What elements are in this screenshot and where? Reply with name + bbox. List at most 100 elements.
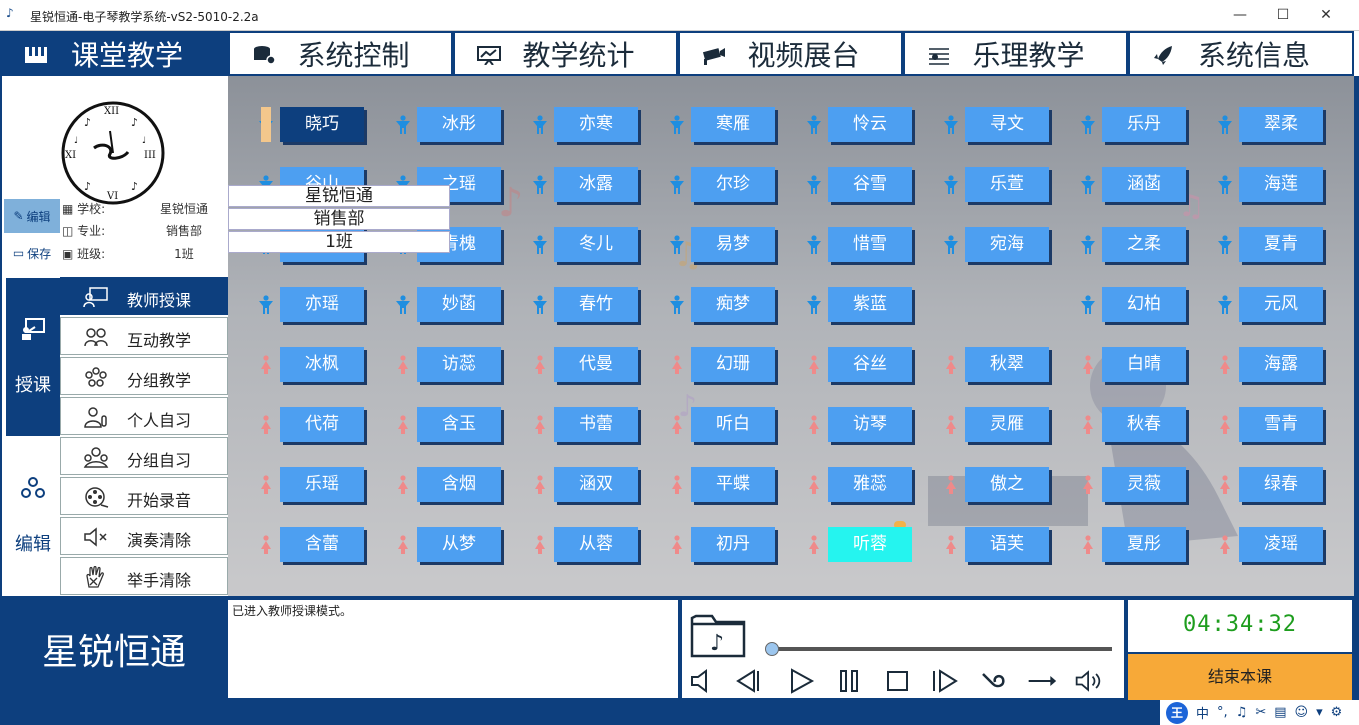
student-seat[interactable]: 秋翠: [943, 347, 1049, 382]
student-seat[interactable]: 初丹: [669, 527, 775, 562]
student-name[interactable]: 含烟: [417, 467, 501, 502]
student-name[interactable]: 之柔: [1102, 227, 1186, 262]
student-seat[interactable]: 乐瑶: [258, 467, 364, 502]
student-seat[interactable]: 含蕾: [258, 527, 364, 562]
student-seat[interactable]: 妙菡: [395, 287, 501, 322]
nav-tab-teaching-stats[interactable]: 教学统计: [453, 31, 678, 76]
student-seat[interactable]: 亦瑶: [258, 287, 364, 322]
music-folder-icon[interactable]: ♪: [690, 610, 746, 658]
maximize-button[interactable]: ☐: [1263, 4, 1303, 26]
function-interactive-teaching[interactable]: 互动教学: [60, 317, 228, 355]
student-seat[interactable]: 海露: [1217, 347, 1323, 382]
section-edit[interactable]: 编辑: [6, 438, 60, 594]
student-name[interactable]: 易梦: [691, 227, 775, 262]
student-seat[interactable]: 灵薇: [1080, 467, 1186, 502]
nav-tab-system-control[interactable]: 系统控制: [228, 31, 453, 76]
function-group-teaching[interactable]: 分组教学: [60, 357, 228, 395]
student-seat[interactable]: 冰彤: [395, 107, 501, 142]
next-track-icon[interactable]: [930, 668, 960, 694]
student-name[interactable]: 谷丝: [828, 347, 912, 382]
student-seat[interactable]: 夏彤: [1080, 527, 1186, 562]
stop-icon[interactable]: [883, 668, 913, 694]
sequential-icon[interactable]: [1027, 668, 1057, 694]
student-name[interactable]: 听白: [691, 407, 775, 442]
minimize-button[interactable]: —: [1220, 4, 1260, 26]
nav-tab-video-booth[interactable]: 视频展台: [678, 31, 903, 76]
student-name[interactable]: 亦寒: [554, 107, 638, 142]
student-seat[interactable]: 春竹: [532, 287, 638, 322]
student-seat[interactable]: 紫蓝: [806, 287, 912, 322]
scissors-icon[interactable]: ✂: [1255, 705, 1266, 720]
nav-tab-classroom[interactable]: 课堂教学: [0, 31, 228, 76]
loop-icon[interactable]: [979, 668, 1009, 694]
student-seat[interactable]: 海莲: [1217, 167, 1323, 202]
student-seat[interactable]: 夏青: [1217, 227, 1323, 262]
student-seat[interactable]: 谷雪: [806, 167, 912, 202]
student-seat[interactable]: 翠柔: [1217, 107, 1323, 142]
student-seat[interactable]: 雪青: [1217, 407, 1323, 442]
student-name[interactable]: 尔珍: [691, 167, 775, 202]
student-name[interactable]: 冰枫: [280, 347, 364, 382]
student-name[interactable]: 怜云: [828, 107, 912, 142]
student-seat[interactable]: 寒雁: [669, 107, 775, 142]
student-name[interactable]: 平蝶: [691, 467, 775, 502]
function-clear-raised-hands[interactable]: 举手清除: [60, 557, 228, 595]
user-icon[interactable]: ☺: [1295, 705, 1309, 720]
student-name[interactable]: 谷雪: [828, 167, 912, 202]
student-name[interactable]: 翠柔: [1239, 107, 1323, 142]
student-name[interactable]: 秋春: [1102, 407, 1186, 442]
student-name[interactable]: 访蕊: [417, 347, 501, 382]
student-seat[interactable]: 白晴: [1080, 347, 1186, 382]
ime-punctuation[interactable]: °,: [1217, 705, 1228, 720]
student-name[interactable]: 涵菡: [1102, 167, 1186, 202]
student-seat[interactable]: 晓巧: [258, 107, 364, 142]
student-name[interactable]: 宛海: [965, 227, 1049, 262]
previous-track-icon[interactable]: [734, 668, 764, 694]
student-name[interactable]: 从梦: [417, 527, 501, 562]
student-seat[interactable]: 幻珊: [669, 347, 775, 382]
student-seat[interactable]: 凌瑶: [1217, 527, 1323, 562]
student-seat[interactable]: 绿春: [1217, 467, 1323, 502]
student-name[interactable]: 雪青: [1239, 407, 1323, 442]
student-name[interactable]: 冬儿: [554, 227, 638, 262]
student-seat[interactable]: 秋春: [1080, 407, 1186, 442]
student-name[interactable]: 亦瑶: [280, 287, 364, 322]
student-name[interactable]: 夏彤: [1102, 527, 1186, 562]
student-seat[interactable]: 元风: [1217, 287, 1323, 322]
student-name[interactable]: 痴梦: [691, 287, 775, 322]
student-name[interactable]: 雅蕊: [828, 467, 912, 502]
student-name[interactable]: 元风: [1239, 287, 1323, 322]
student-name[interactable]: 乐萱: [965, 167, 1049, 202]
student-name[interactable]: 冰露: [554, 167, 638, 202]
progress-track[interactable]: [770, 647, 1112, 651]
student-name[interactable]: 访琴: [828, 407, 912, 442]
student-seat[interactable]: 涵双: [532, 467, 638, 502]
student-seat[interactable]: 惜雪: [806, 227, 912, 262]
student-name[interactable]: 海露: [1239, 347, 1323, 382]
student-seat[interactable]: 含烟: [395, 467, 501, 502]
play-icon[interactable]: [786, 668, 816, 694]
student-seat[interactable]: 寻文: [943, 107, 1049, 142]
student-seat[interactable]: 平蝶: [669, 467, 775, 502]
student-seat[interactable]: 含玉: [395, 407, 501, 442]
student-name[interactable]: 晓巧: [280, 107, 364, 142]
student-seat[interactable]: 谷丝: [806, 347, 912, 382]
student-seat[interactable]: 冰枫: [258, 347, 364, 382]
function-self-study[interactable]: 个人自习: [60, 397, 228, 435]
progress-knob[interactable]: [765, 642, 779, 656]
student-name[interactable]: 代曼: [554, 347, 638, 382]
student-name[interactable]: 幻珊: [691, 347, 775, 382]
student-name[interactable]: 书蕾: [554, 407, 638, 442]
student-name[interactable]: 海莲: [1239, 167, 1323, 202]
student-seat[interactable]: 语芙: [943, 527, 1049, 562]
student-name[interactable]: 语芙: [965, 527, 1049, 562]
student-name[interactable]: 乐丹: [1102, 107, 1186, 142]
student-seat[interactable]: 冰露: [532, 167, 638, 202]
student-seat[interactable]: 亦寒: [532, 107, 638, 142]
student-name[interactable]: 寻文: [965, 107, 1049, 142]
student-name[interactable]: 灵雁: [965, 407, 1049, 442]
student-seat[interactable]: 书蕾: [532, 407, 638, 442]
edit-button[interactable]: ✎ 编辑: [4, 199, 60, 233]
student-seat[interactable]: 之柔: [1080, 227, 1186, 262]
ime-toolbar[interactable]: 王 中 °, ♫ ✂ ▤ ☺ ▾ ⚙: [1160, 700, 1359, 725]
